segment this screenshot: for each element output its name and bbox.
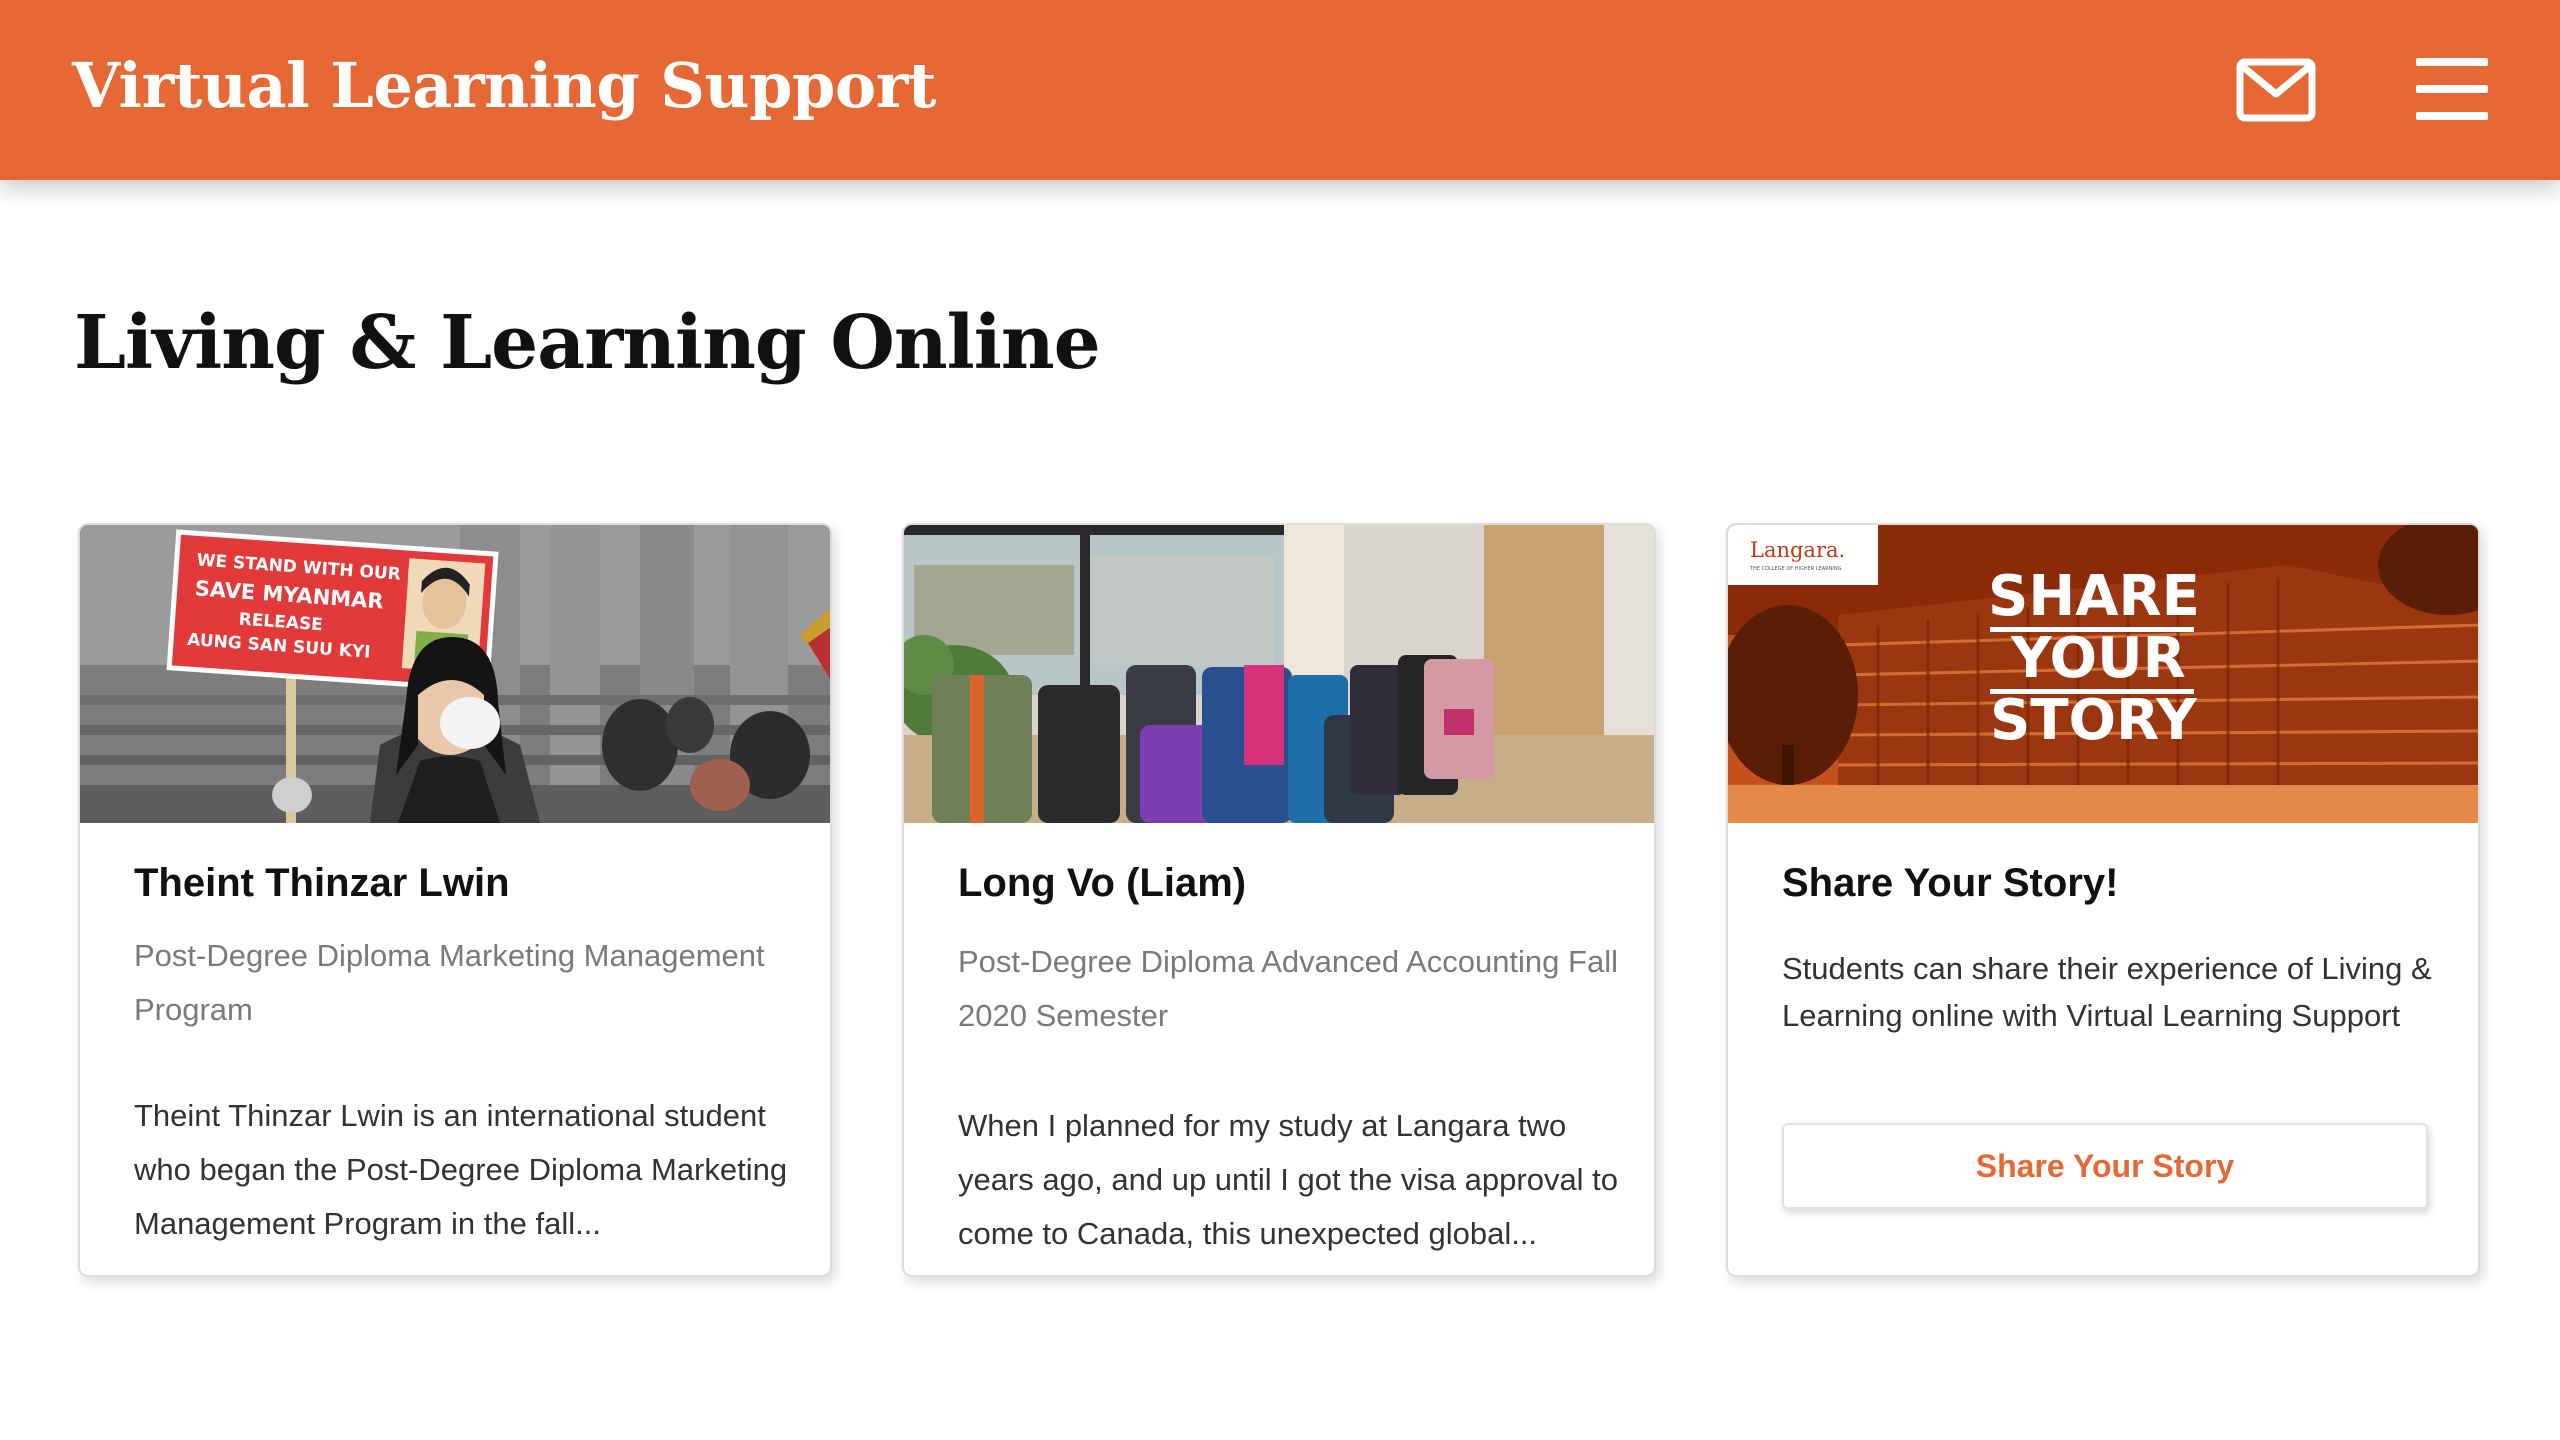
card-subtitle: Post-Degree Diploma Marketing Management…	[134, 938, 765, 1027]
langara-logo: Langara.	[1750, 538, 1845, 562]
card-image-protest[interactable]: WE STAND WITH OUR LEADER SAVE MYANMAR RE…	[80, 525, 830, 823]
mail-envelope-icon	[2236, 58, 2316, 122]
share-your-story-button[interactable]: Share Your Story	[1782, 1123, 2428, 1209]
card-title[interactable]: Long Vo (Liam)	[958, 855, 1618, 911]
share-text-line3: STORY	[1990, 688, 2198, 753]
langara-logo-tagline: THE COLLEGE OF HIGHER LEARNING	[1749, 566, 1842, 572]
card-image-luggage[interactable]	[904, 525, 1654, 823]
card-title[interactable]: Share Your Story!	[1782, 855, 2442, 911]
story-card[interactable]: WE STAND WITH OUR LEADER SAVE MYANMAR RE…	[78, 523, 832, 1277]
site-title[interactable]: Virtual Learning Support	[72, 46, 937, 126]
card-excerpt: When I planned for my study at Langara t…	[958, 1108, 1619, 1251]
card-title[interactable]: Theint Thinzar Lwin	[134, 855, 794, 911]
page-title: Living & Learning Online	[74, 300, 1101, 386]
card-subtitle: Post-Degree Diploma Advanced Accounting …	[958, 944, 1618, 1033]
share-story-card[interactable]: Langara. THE COLLEGE OF HIGHER LEARNING …	[1726, 523, 2480, 1277]
share-text-line1: SHARE	[1988, 564, 2200, 629]
card-description: Students can share their experience of L…	[1782, 951, 2432, 1033]
share-text-line2: YOUR	[2010, 626, 2186, 691]
card-image-share-your-story[interactable]: Langara. THE COLLEGE OF HIGHER LEARNING …	[1728, 525, 2478, 823]
mail-button[interactable]	[2236, 56, 2316, 124]
top-bar: Virtual Learning Support	[0, 0, 2560, 180]
hamburger-menu-icon	[2416, 58, 2488, 120]
menu-button[interactable]	[2416, 54, 2488, 124]
story-card[interactable]: Long Vo (Liam) Post-Degree Diploma Advan…	[902, 523, 1656, 1277]
card-excerpt: Theint Thinzar Lwin is an international …	[134, 1098, 788, 1241]
